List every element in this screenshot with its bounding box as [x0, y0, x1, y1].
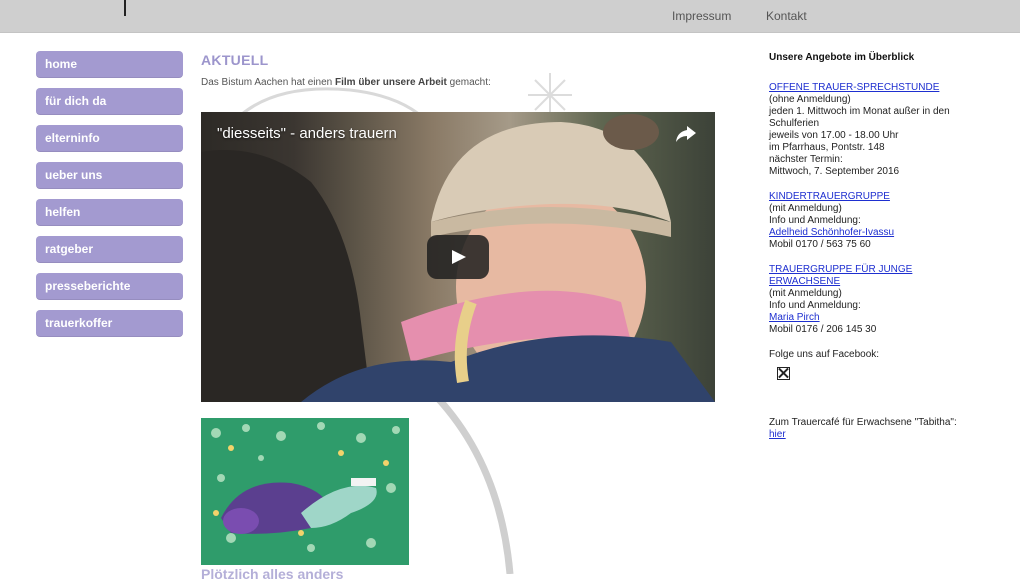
facebook-label: Folge uns auf Facebook:	[769, 349, 880, 360]
sidebar-item-home[interactable]: home	[36, 51, 183, 78]
offer1-line2: jeden 1. Mittwoch im Monat außer in den …	[769, 106, 950, 129]
offer-sprechstunde: OFFENE TRAUER-SPRECHSTUNDE (ohne Anmeldu…	[769, 82, 969, 178]
offer3-line2: Info und Anmeldung:	[769, 300, 861, 311]
offer2-phone: Mobil 0170 / 563 75 60	[769, 239, 871, 250]
sidebar-item-ueber-uns[interactable]: ueber uns	[36, 162, 183, 189]
offer3-line1: (mit Anmeldung)	[769, 288, 842, 299]
offer-trauergruppe-junge-erwachsene: TRAUERGRUPPE FÜR JUNGE ERWACHSENE (mit A…	[769, 264, 969, 336]
play-icon	[452, 250, 466, 264]
logo-fragment	[124, 0, 126, 16]
offer1-line1: (ohne Anmeldung)	[769, 94, 851, 105]
sidebar-nav: home für dich da elterninfo ueber uns he…	[36, 51, 183, 347]
offer-sprechstunde-link[interactable]: OFFENE TRAUER-SPRECHSTUNDE	[769, 82, 939, 93]
offer3-contact-link[interactable]: Maria Pirch	[769, 312, 820, 323]
offer1-line5: nächster Termin:	[769, 154, 843, 165]
offer-junge-erwachsene-link[interactable]: TRAUERGRUPPE FÜR JUNGE ERWACHSENE	[769, 264, 912, 287]
teaser-image[interactable]	[201, 418, 409, 565]
offer-kindertrauergruppe: KINDERTRAUERGRUPPE (mit Anmeldung) Info …	[769, 191, 969, 251]
cafe-info: Zum Trauercafé für Erwachsene "Tabitha":…	[769, 417, 969, 441]
teaser-illustration	[201, 418, 409, 565]
offers-heading: Unsere Angebote im Überblick	[769, 52, 915, 63]
intro-suffix: gemacht:	[446, 77, 491, 88]
sidebar-item-ratgeber[interactable]: ratgeber	[36, 236, 183, 263]
cafe-text: Zum Trauercafé für Erwachsene "Tabitha":	[769, 417, 957, 428]
broken-image-icon[interactable]	[777, 367, 790, 380]
cafe-link[interactable]: hier	[769, 429, 786, 440]
offer3-phone: Mobil 0176 / 206 145 30	[769, 324, 877, 335]
sidebar-item-helfen[interactable]: helfen	[36, 199, 183, 226]
page-title: AKTUELL	[201, 52, 269, 68]
right-sidebar: Unsere Angebote im Überblick OFFENE TRAU…	[769, 52, 969, 441]
offer1-line3: jeweils von 17.00 - 18.00 Uhr	[769, 130, 899, 141]
teaser-title[interactable]: Plötzlich alles anders	[201, 566, 343, 582]
sidebar-item-trauerkoffer[interactable]: trauerkoffer	[36, 310, 183, 337]
intro-text: Das Bistum Aachen hat einen Film über un…	[201, 77, 721, 88]
offer-kindertrauergruppe-link[interactable]: KINDERTRAUERGRUPPE	[769, 191, 890, 202]
sidebar-item-presseberichte[interactable]: presseberichte	[36, 273, 183, 300]
sidebar-item-fuer-dich-da[interactable]: für dich da	[36, 88, 183, 115]
intro-bold: Film über unsere Arbeit	[334, 77, 447, 88]
main-content: AKTUELL Das Bistum Aachen hat einen Film…	[201, 52, 721, 88]
video-player[interactable]: "diesseits" - anders trauern	[201, 112, 715, 402]
offer2-contact-link[interactable]: Adelheid Schönhofer-Ivassu	[769, 227, 894, 238]
offer1-line6: Mittwoch, 7. September 2016	[769, 166, 900, 177]
sidebar-item-elterninfo[interactable]: elterninfo	[36, 125, 183, 152]
facebook-section: Folge uns auf Facebook:	[769, 349, 969, 380]
nav-impressum-link[interactable]: Impressum	[672, 9, 731, 23]
play-button[interactable]	[427, 235, 489, 279]
share-icon[interactable]	[675, 124, 697, 144]
intro-prefix: Das Bistum Aachen hat einen	[201, 77, 335, 88]
top-bar: Impressum Kontakt	[0, 0, 1020, 33]
video-title: "diesseits" - anders trauern	[217, 125, 397, 142]
offer2-line2: Info und Anmeldung:	[769, 215, 861, 226]
nav-kontakt-link[interactable]: Kontakt	[766, 9, 807, 23]
offer1-line4: im Pfarrhaus, Pontstr. 148	[769, 142, 885, 153]
offer2-line1: (mit Anmeldung)	[769, 203, 842, 214]
